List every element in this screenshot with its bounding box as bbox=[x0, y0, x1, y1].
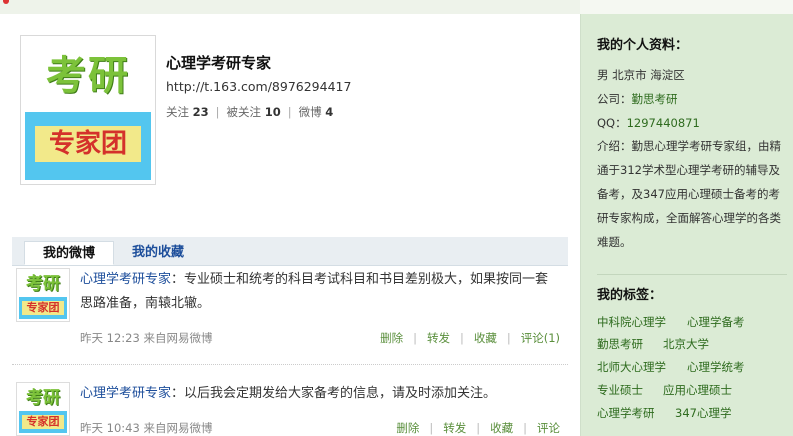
post-author[interactable]: 心理学考研专家 bbox=[80, 386, 171, 401]
action-separator: | bbox=[429, 421, 434, 435]
followers-count: 10 bbox=[264, 105, 281, 119]
post-meta: 昨天 12:23 来自网易微博 bbox=[80, 331, 213, 345]
logo-banner: 专家团 bbox=[25, 112, 151, 180]
tab-my-posts[interactable]: 我的微博 bbox=[24, 241, 114, 265]
thumb-text-top: 考研 bbox=[26, 388, 60, 408]
tags-title: 我的标签： bbox=[597, 288, 663, 303]
favorite-link[interactable]: 收藏 bbox=[490, 421, 513, 435]
tag-item[interactable]: 北师大心理学 bbox=[597, 359, 666, 375]
top-marker bbox=[3, 0, 9, 4]
tag-item[interactable]: 心理学备考 bbox=[687, 314, 745, 330]
following-count: 23 bbox=[192, 105, 209, 119]
delete-link[interactable]: 删除 bbox=[396, 421, 419, 435]
profile-info-title: 我的个人资料： bbox=[597, 38, 689, 53]
company-link[interactable]: 勤思考研 bbox=[632, 92, 678, 106]
repost-link[interactable]: 转发 bbox=[443, 421, 466, 435]
intro-label: 介绍： bbox=[597, 139, 632, 153]
favorite-link[interactable]: 收藏 bbox=[474, 331, 497, 345]
profile-url[interactable]: http://t.163.com/8976294417 bbox=[166, 79, 351, 94]
following-link[interactable]: 关注 23 bbox=[166, 105, 209, 119]
profile-stats: 关注 23 | 被关注 10 | 微博 4 bbox=[166, 104, 333, 120]
gender-location: 男 北京市 海淀区 bbox=[597, 68, 685, 82]
tag-item[interactable]: 心理学考研 bbox=[597, 405, 655, 421]
intro-text: 介绍：勤思心理学考研专家组，由精通于312学术型心理学考研的辅导及备考，及347… bbox=[597, 134, 783, 254]
thumb-text-bottom: 专家团 bbox=[22, 415, 64, 429]
tab-my-favorites[interactable]: 我的收藏 bbox=[122, 241, 194, 265]
stats-separator: | bbox=[215, 105, 220, 119]
tag-item[interactable]: 应用心理硕士 bbox=[663, 382, 732, 398]
company-label: 公司： bbox=[597, 92, 632, 106]
delete-link[interactable]: 删除 bbox=[380, 331, 403, 345]
following-label: 关注 bbox=[166, 105, 189, 119]
tag-item[interactable]: 心理学统考 bbox=[687, 359, 745, 375]
sidebar-divider bbox=[597, 274, 787, 275]
qq-label: QQ： bbox=[597, 116, 627, 130]
action-separator: | bbox=[459, 331, 464, 345]
post-body: 心理学考研专家：专业硕士和统考的科目考试科目和书目差别极大，如果按同一套思路准备… bbox=[80, 268, 558, 316]
repost-link[interactable]: 转发 bbox=[427, 331, 450, 345]
thumb-banner: 专家团 bbox=[19, 411, 67, 433]
post-actions: 删除 | 转发 | 收藏 | 评论(1) bbox=[380, 330, 560, 346]
sidebar: 我的个人资料： 男 北京市 海淀区 公司：勤思考研 QQ：1297440871 … bbox=[580, 14, 793, 436]
action-separator: | bbox=[413, 331, 417, 345]
top-bar bbox=[0, 0, 580, 14]
tag-item[interactable]: 北京大学 bbox=[663, 336, 709, 352]
action-separator: | bbox=[523, 421, 527, 435]
comment-link[interactable]: 评论 bbox=[537, 421, 560, 435]
company-line: 公司：勤思考研 bbox=[597, 91, 678, 107]
post-body: 心理学考研专家：以后我会定期发给大家备考的信息，请及时添加关注。 bbox=[80, 382, 558, 406]
post-text: ：以后我会定期发给大家备考的信息，请及时添加关注。 bbox=[171, 386, 497, 401]
avatar-logo: 考研 专家团 bbox=[25, 40, 151, 180]
post-avatar[interactable]: 考研 专家团 bbox=[16, 382, 70, 436]
thumb-text-top: 考研 bbox=[26, 274, 60, 294]
tag-item[interactable]: 专业硕士 bbox=[597, 382, 643, 398]
comment-link[interactable]: 评论(1) bbox=[521, 331, 560, 345]
tab-bar: 我的微博 我的收藏 bbox=[12, 237, 568, 266]
posts-count: 4 bbox=[325, 105, 334, 119]
posts-label: 微博 bbox=[298, 105, 322, 119]
profile-avatar[interactable]: 考研 专家团 bbox=[20, 35, 156, 185]
tag-item[interactable]: 勤思考研 bbox=[597, 336, 643, 352]
post-meta: 昨天 10:43 来自网易微博 bbox=[80, 421, 213, 435]
main-panel: 考研 专家团 心理学考研专家 http://t.163.com/89762944… bbox=[0, 14, 580, 436]
qq-value: 1297440871 bbox=[626, 116, 700, 130]
post-avatar[interactable]: 考研 专家团 bbox=[16, 268, 70, 322]
logo-text-bottom: 专家团 bbox=[35, 126, 141, 162]
qq-line: QQ：1297440871 bbox=[597, 115, 700, 131]
post-divider bbox=[12, 364, 568, 365]
tag-item[interactable]: 中科院心理学 bbox=[597, 314, 666, 330]
profile-name: 心理学考研专家 bbox=[166, 54, 272, 72]
logo-text-top: 考研 bbox=[25, 40, 151, 112]
post-author[interactable]: 心理学考研专家 bbox=[80, 272, 171, 287]
followers-label: 被关注 bbox=[226, 105, 262, 119]
action-separator: | bbox=[506, 331, 511, 345]
action-separator: | bbox=[476, 421, 481, 435]
post-actions: 删除 | 转发 | 收藏 | 评论 bbox=[396, 420, 560, 436]
thumb-banner: 专家团 bbox=[19, 297, 67, 319]
posts-link[interactable]: 微博 4 bbox=[299, 105, 334, 119]
intro-value: 勤思心理学考研专家组，由精通于312学术型心理学考研的辅导及备考，及347应用心… bbox=[597, 139, 781, 249]
thumb-text-bottom: 专家团 bbox=[22, 301, 64, 315]
stats-separator: | bbox=[287, 105, 292, 119]
tag-item[interactable]: 347心理学 bbox=[675, 405, 731, 421]
followers-link[interactable]: 被关注 10 bbox=[227, 105, 281, 119]
